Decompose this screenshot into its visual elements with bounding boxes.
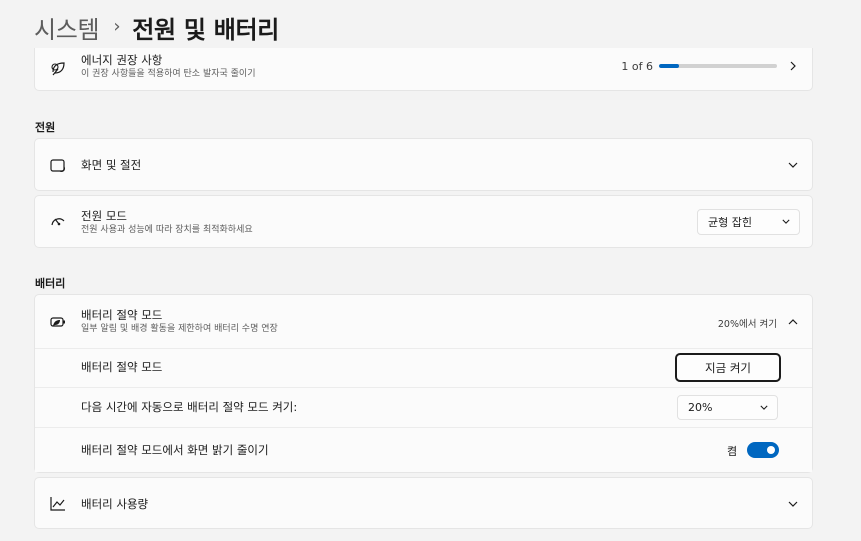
- power-mode-value: 균형 잡힌: [708, 216, 752, 229]
- auto-on-value: 20%: [688, 401, 713, 414]
- chevron-down-icon: [786, 497, 800, 511]
- section-power-label: 전원: [35, 121, 56, 134]
- screen-sleep-card[interactable]: 화면 및 절전: [34, 138, 813, 191]
- progress-bar: [659, 64, 777, 68]
- battery-usage-card[interactable]: 배터리 사용량: [34, 477, 813, 529]
- power-mode-title: 전원 모드: [81, 209, 127, 223]
- screen-sleep-title: 화면 및 절전: [81, 158, 142, 172]
- battery-saver-row: 배터리 절약 모드 지금 켜기: [35, 349, 812, 387]
- turn-on-now-button[interactable]: 지금 켜기: [675, 353, 781, 382]
- progress-fill: [659, 64, 679, 68]
- power-mode-icon: [49, 213, 67, 231]
- energy-subtitle: 이 권장 사항들을 적용하여 탄소 발자국 줄이기: [81, 69, 256, 79]
- chart-icon: [49, 495, 67, 513]
- dim-screen-toggle[interactable]: [747, 442, 779, 458]
- battery-saver-card: 배터리 절약 모드 일부 알림 및 배경 활동을 제한하여 배터리 수명 연장 …: [34, 294, 813, 473]
- breadcrumb: 시스템 › 전원 및 배터리: [34, 10, 279, 44]
- chevron-down-icon: [760, 401, 768, 414]
- dim-screen-state: 켬: [727, 445, 738, 458]
- auto-on-row: 다음 시간에 자동으로 배터리 절약 모드 켜기: 20%: [35, 388, 812, 427]
- battery-saver-header[interactable]: 배터리 절약 모드 일부 알림 및 배경 활동을 제한하여 배터리 수명 연장 …: [35, 295, 812, 348]
- page-title: 전원 및 배터리: [132, 15, 280, 44]
- breadcrumb-separator: ›: [113, 15, 121, 37]
- power-mode-card: 전원 모드 전원 사용과 성능에 따라 장치를 최적화하세요 균형 잡힌: [34, 195, 813, 248]
- energy-recommendations-card[interactable]: 에너지 권장 사항 이 권장 사항들을 적용하여 탄소 발자국 줄이기 1 of…: [34, 48, 813, 91]
- section-battery-label: 배터리: [35, 277, 66, 290]
- power-mode-dropdown[interactable]: 균형 잡힌: [697, 209, 800, 235]
- auto-on-label: 다음 시간에 자동으로 배터리 절약 모드 켜기:: [81, 400, 298, 414]
- leaf-icon: [49, 59, 67, 77]
- chevron-up-icon: [786, 315, 800, 329]
- auto-on-dropdown[interactable]: 20%: [677, 395, 778, 420]
- dim-screen-row: 배터리 절약 모드에서 화면 밝기 줄이기 켬: [35, 428, 812, 472]
- toggle-knob: [767, 446, 775, 454]
- chevron-right-icon: [786, 59, 800, 73]
- chevron-down-icon: [782, 216, 790, 229]
- breadcrumb-parent[interactable]: 시스템: [34, 10, 100, 45]
- energy-title: 에너지 권장 사항: [81, 53, 163, 67]
- battery-saver-title: 배터리 절약 모드: [81, 308, 163, 322]
- progress-label: 1 of 6: [621, 60, 653, 73]
- battery-saver-row-label: 배터리 절약 모드: [81, 360, 163, 374]
- chevron-down-icon: [786, 158, 800, 172]
- dim-screen-label: 배터리 절약 모드에서 화면 밝기 줄이기: [81, 443, 269, 457]
- power-mode-subtitle: 전원 사용과 성능에 따라 장치를 최적화하세요: [81, 225, 253, 235]
- battery-usage-title: 배터리 사용량: [81, 497, 149, 511]
- battery-saver-icon: [49, 313, 67, 331]
- battery-saver-status: 20%에서 켜기: [717, 319, 777, 330]
- screen-sleep-icon: [49, 157, 67, 175]
- battery-saver-subtitle: 일부 알림 및 배경 활동을 제한하여 배터리 수명 연장: [81, 324, 278, 334]
